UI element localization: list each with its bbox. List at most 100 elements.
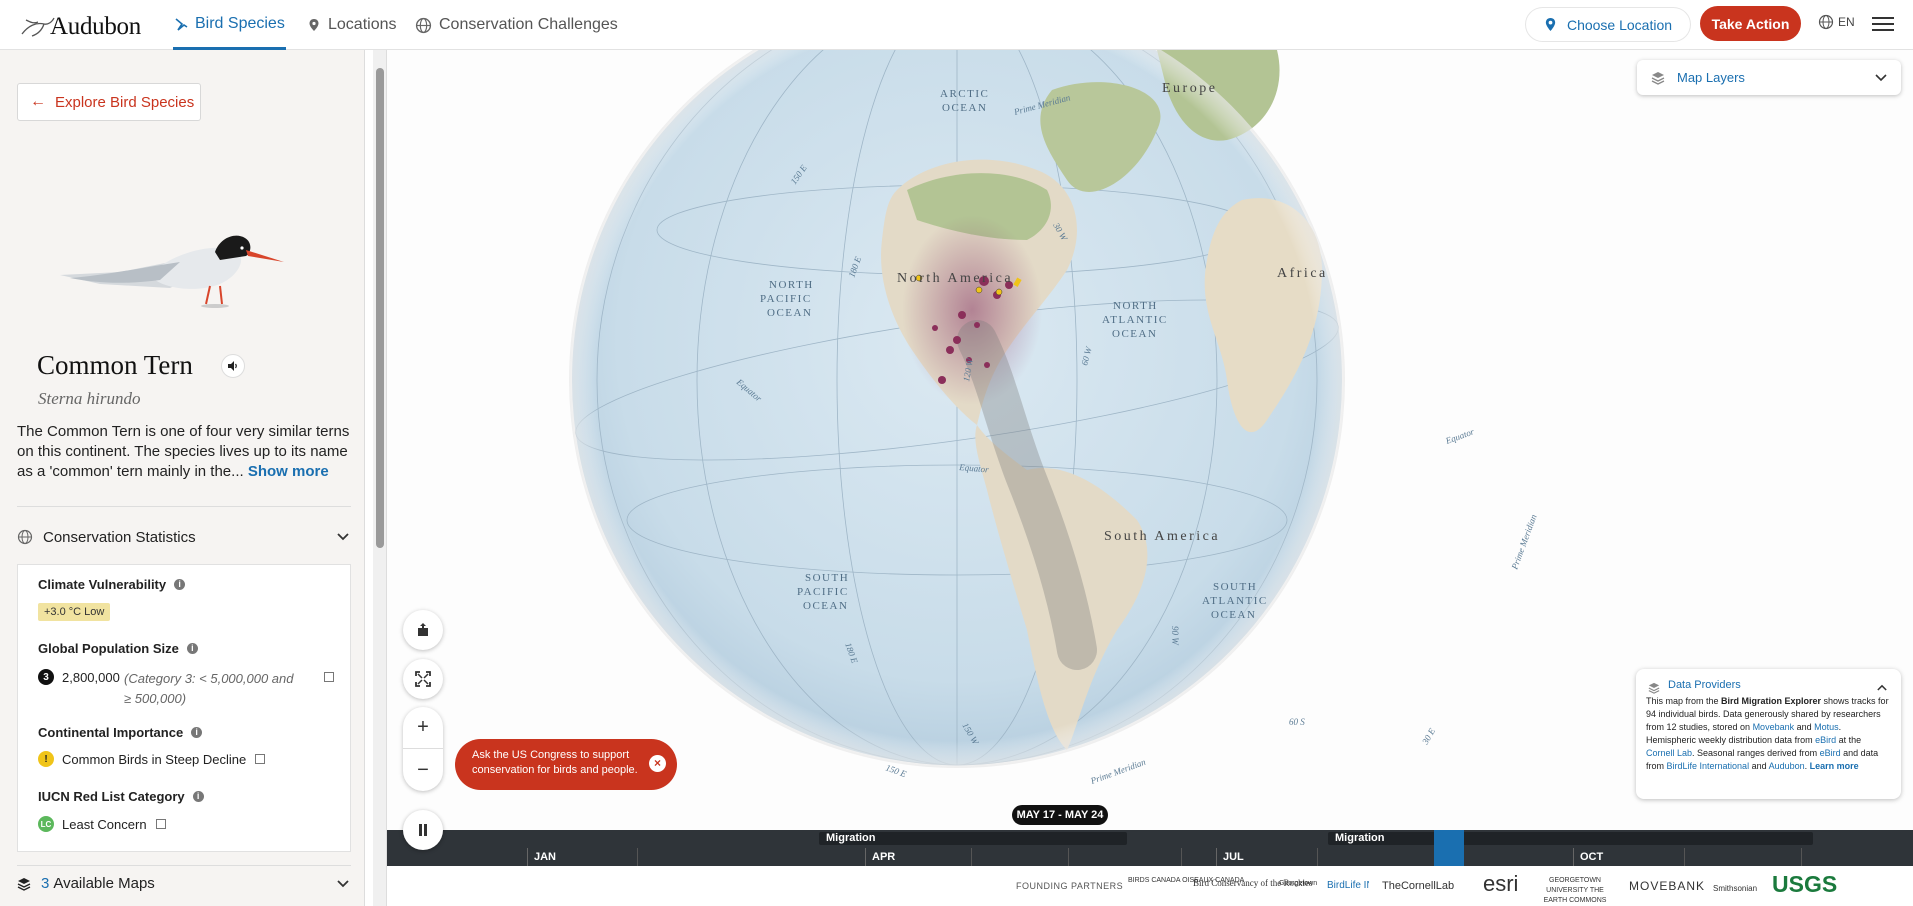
partner-georgetown-small[interactable]: Georgetown (1279, 880, 1319, 887)
population-value-row: 3 2,800,000 (38, 669, 120, 685)
label-equator-east: Equator (1443, 426, 1476, 446)
data-providers-text: This map from the Bird Migration Explore… (1646, 695, 1891, 773)
label-south-america: South America (1104, 529, 1220, 544)
audubon-link[interactable]: Audubon (1769, 761, 1805, 771)
month-apr: APR (865, 848, 895, 866)
layers-icon (1648, 682, 1660, 694)
species-scientific-name: Sterna hirundo (38, 389, 141, 408)
divider (17, 865, 351, 866)
maps-label: Available Maps (53, 875, 155, 892)
partner-usgs[interactable]: USGS (1772, 871, 1837, 898)
label-north-america: North America (897, 271, 1013, 286)
timeline-selection-handle[interactable] (1434, 830, 1464, 866)
species-common-name: Common Tern (37, 350, 193, 380)
nav-conservation-challenges[interactable]: Conservation Challenges (415, 0, 618, 50)
take-action-button[interactable]: Take Action (1700, 6, 1801, 41)
partner-georgetown[interactable]: GEORGETOWN UNIVERSITY THE EARTH COMMONS (1539, 876, 1611, 906)
timeline-bar[interactable]: Migration Migration JAN APR JUL OCT (387, 830, 1913, 866)
dp-text-6: . Seasonal ranges derived from (1692, 748, 1820, 758)
pause-button[interactable] (403, 810, 443, 850)
layers-icon (1651, 71, 1665, 85)
label-npacific-1: NORTH (769, 279, 814, 291)
label-90w: 90 W (1170, 626, 1180, 646)
label-prime-meridian-east: Prime Meridian (1509, 513, 1539, 572)
partner-smithsonian[interactable]: Smithsonian (1713, 884, 1757, 893)
speaker-icon (228, 361, 237, 371)
tick (1068, 848, 1069, 866)
label-satlantic-3: OCEAN (1211, 609, 1256, 621)
label-npacific-2: PACIFIC (760, 293, 812, 305)
migration-span-spring: Migration (819, 832, 1127, 845)
maps-count: 3 (41, 875, 50, 892)
zoom-out-button[interactable]: − (403, 749, 443, 791)
ebird-link-2[interactable]: eBird (1820, 748, 1841, 758)
climate-badge: +3.0 °C Low (38, 603, 111, 621)
partner-movebank[interactable]: MOVEBANK (1629, 879, 1705, 893)
available-maps-toggle[interactable]: 3 Available Maps (17, 875, 351, 892)
explore-bird-species-button[interactable]: ← Explore Bird Species (17, 83, 201, 121)
info-icon[interactable]: i (186, 643, 198, 654)
globe-icon (17, 529, 33, 545)
learn-more-link[interactable]: Learn more (1810, 761, 1859, 771)
ebird-link[interactable]: eBird (1815, 735, 1836, 745)
share-button[interactable] (403, 610, 443, 650)
zoom-in-button[interactable]: + (403, 707, 443, 749)
map-layers-dropdown[interactable]: Map Layers (1637, 60, 1901, 95)
close-icon[interactable]: × (649, 755, 666, 772)
nav-bird-species[interactable]: Bird Species (173, 0, 286, 50)
cornell-lab-link[interactable]: Cornell Lab (1646, 748, 1692, 758)
iucn-label: IUCN Red List Category i (38, 789, 204, 804)
choose-location-button[interactable]: Choose Location (1526, 8, 1690, 41)
congress-banner[interactable]: Ask the US Congress to support conservat… (455, 739, 677, 790)
info-icon[interactable]: i (191, 727, 203, 738)
month-oct: OCT (1573, 848, 1603, 866)
info-icon[interactable]: i (174, 579, 186, 590)
audubon-logo[interactable]: Audubon (18, 2, 141, 48)
iucn-value-row: LC Least Concern (38, 816, 166, 832)
fullscreen-icon (415, 671, 431, 687)
hamburger-menu-icon[interactable] (1872, 14, 1894, 32)
globe-halo (569, 50, 1345, 768)
info-icon[interactable]: i (192, 791, 204, 802)
external-link-icon[interactable] (255, 754, 266, 764)
motus-link[interactable]: Motus (1814, 722, 1839, 732)
label-arctic-2: OCEAN (942, 102, 987, 114)
nav-bird-species-label: Bird Species (195, 14, 285, 32)
arrow-left-icon: ← (30, 93, 46, 110)
sidebar-scrollbar-thumb[interactable] (376, 68, 384, 548)
label-spacific-1: SOUTH (805, 572, 849, 584)
movebank-link[interactable]: Movebank (1753, 722, 1795, 732)
zoom-controls: + − (403, 707, 443, 791)
external-link-icon[interactable] (155, 819, 166, 829)
divider (17, 506, 351, 507)
external-link-icon[interactable] (324, 672, 334, 682)
dp-explorer: Bird Migration Explorer (1721, 696, 1822, 706)
label-30e: 30 E (1420, 726, 1438, 747)
label-natlantic-2: ATLANTIC (1102, 314, 1168, 326)
play-call-button[interactable] (221, 354, 245, 378)
nav-locations[interactable]: Locations (307, 0, 397, 50)
label-spacific-3: OCEAN (803, 600, 848, 612)
species-description: The Common Tern is one of four very simi… (17, 422, 357, 482)
show-more-link[interactable]: Show more (248, 463, 329, 480)
partner-birdlife[interactable]: BirdLife INTERNATIONAL (1327, 880, 1369, 891)
birdlife-link[interactable]: BirdLife International (1667, 761, 1750, 771)
fullscreen-button[interactable] (403, 659, 443, 699)
climate-vulnerability-text: Climate Vulnerability (38, 577, 167, 592)
partner-birds-canada[interactable]: BIRDS CANADA OISEAUX CANADA (1128, 876, 1244, 885)
chevron-up-icon[interactable] (1877, 684, 1887, 691)
language-selector[interactable]: EN (1818, 14, 1855, 30)
chevron-down-icon (337, 533, 349, 541)
climate-vulnerability-label: Climate Vulnerability i (38, 577, 186, 592)
partner-bird-conservancy[interactable]: Bird Conservancy of the Rockies (1193, 878, 1312, 888)
data-providers-title: Data Providers (1668, 679, 1741, 691)
partner-cornell-lab[interactable]: TheCornellLab (1382, 880, 1454, 892)
partner-esri[interactable]: esri (1483, 871, 1518, 897)
label-prime-meridian-south: Prime Meridian (1088, 757, 1147, 787)
tick (637, 848, 638, 866)
conservation-statistics-toggle[interactable]: Conservation Statistics (17, 526, 351, 548)
bird-icon (175, 17, 188, 31)
iucn-value: Least Concern (62, 816, 147, 832)
population-category-note: (Category 3: < 5,000,000 and ≥ 500,000) (124, 671, 294, 706)
iucn-text: IUCN Red List Category (38, 789, 185, 804)
